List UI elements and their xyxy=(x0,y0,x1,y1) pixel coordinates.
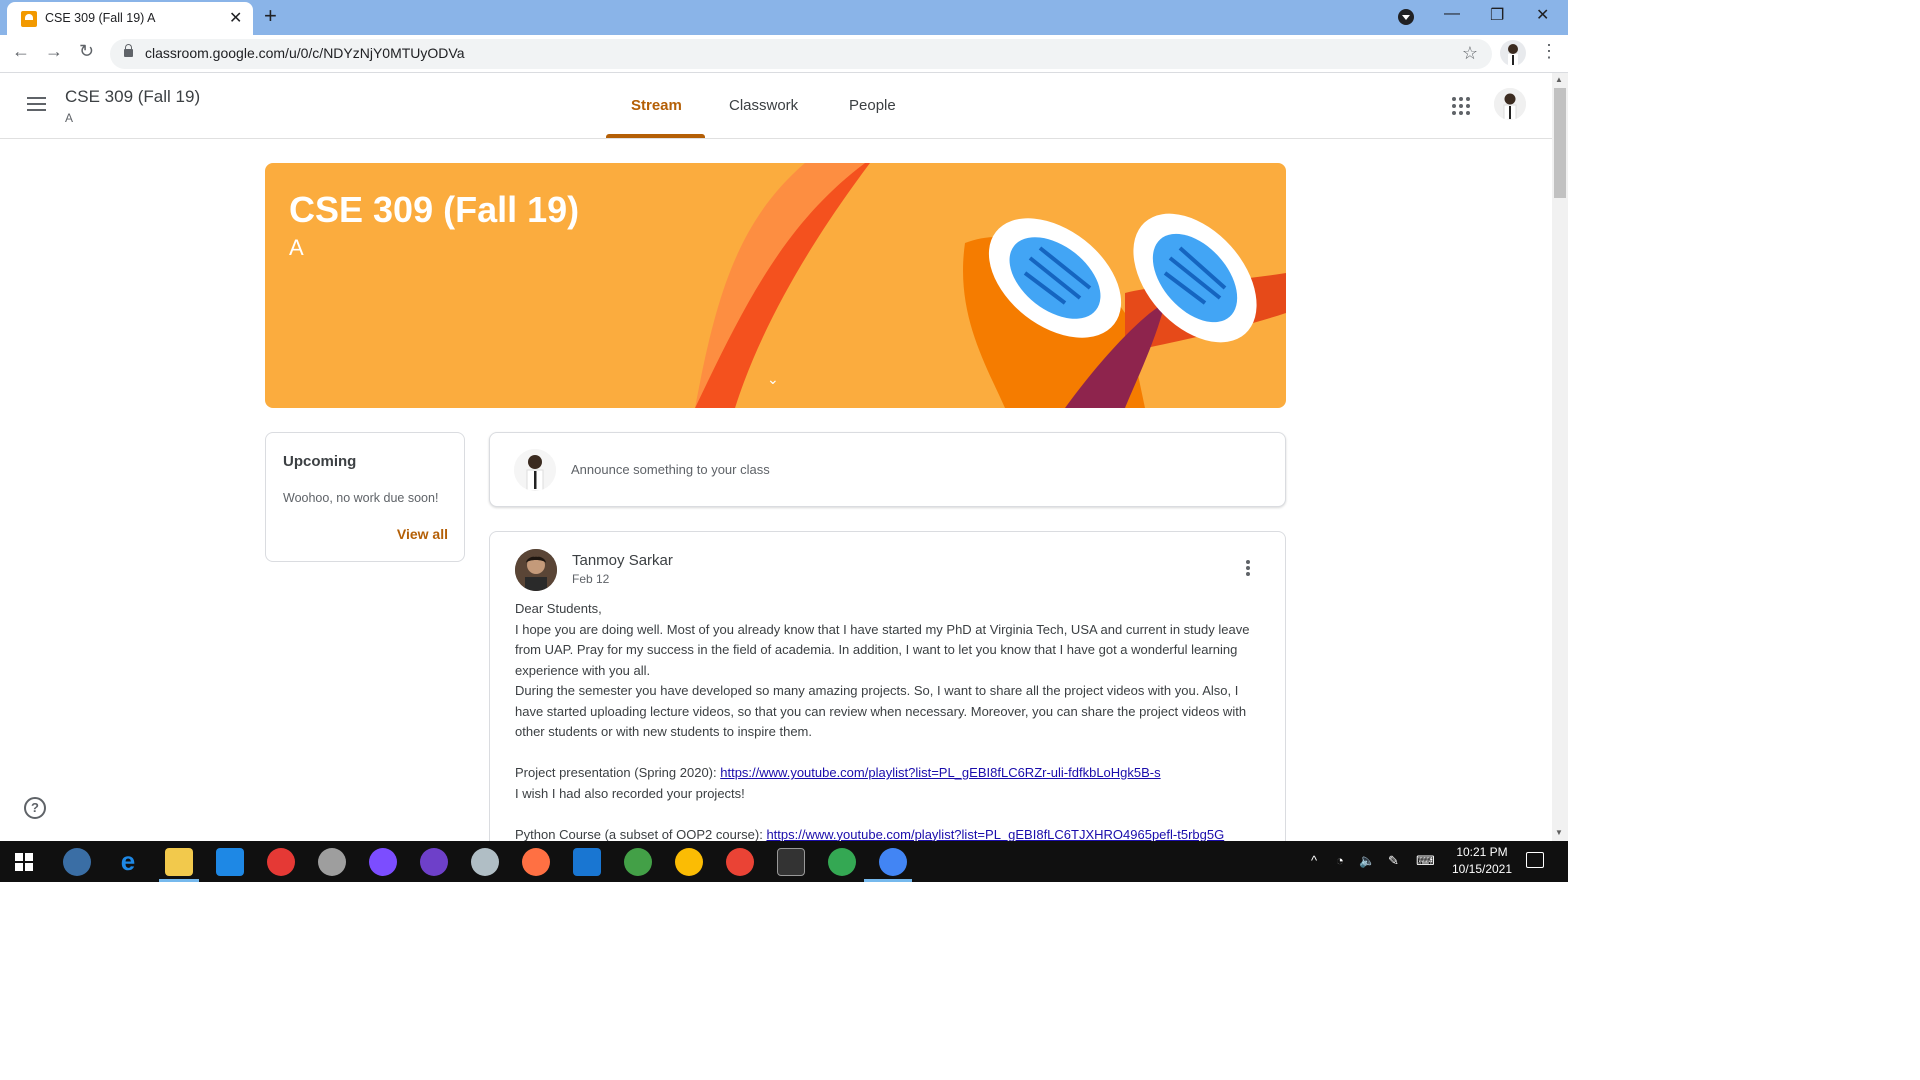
chrome-active-icon[interactable] xyxy=(879,848,907,876)
bookmark-star-icon[interactable]: ☆ xyxy=(1462,43,1478,64)
post-body: Dear Students, I hope you are doing well… xyxy=(515,599,1265,845)
paint-icon[interactable] xyxy=(471,848,499,876)
address-bar[interactable]: classroom.google.com/u/0/c/NDYzNjY0MTUyO… xyxy=(110,39,1492,69)
mail-icon[interactable] xyxy=(216,848,244,876)
active-app-indicator xyxy=(159,879,199,882)
minimize-icon[interactable]: — xyxy=(1444,5,1460,23)
scroll-down-icon[interactable]: ▼ xyxy=(1555,828,1563,837)
banner-section: A xyxy=(289,235,304,260)
project-playlist-link[interactable]: https://www.youtube.com/playlist?list=PL… xyxy=(720,765,1160,780)
tab-people[interactable]: People xyxy=(849,97,896,114)
chrome-profile-icon[interactable] xyxy=(726,848,754,876)
upcoming-card: Upcoming Woohoo, no work due soon! View … xyxy=(265,432,465,562)
volume-icon[interactable]: 🔈 xyxy=(1359,853,1375,869)
chrome-profile-avatar[interactable] xyxy=(1500,40,1526,66)
announce-placeholder[interactable]: Announce something to your class xyxy=(571,462,770,477)
post-paragraph-1: I hope you are doing well. Most of you a… xyxy=(515,621,1250,678)
banner-course-title: CSE 309 (Fall 19) xyxy=(289,189,580,230)
edge-icon[interactable]: e xyxy=(114,848,142,876)
post-author[interactable]: Tanmoy Sarkar xyxy=(572,552,673,569)
project-line: Project presentation (Spring 2020): http… xyxy=(515,763,1265,784)
classroom-header: CSE 309 (Fall 19) A Stream Classwork Peo… xyxy=(0,73,1552,139)
windows-taskbar: e ^ ◔ 🔈 ✎ ⌨ 10:21 PM 10/15/2021 xyxy=(0,841,1568,882)
post-wish: I wish I had also recorded your projects… xyxy=(515,785,745,801)
active-tab-indicator xyxy=(606,134,705,138)
github-desktop-icon[interactable] xyxy=(420,848,448,876)
course-title[interactable]: CSE 309 (Fall 19) xyxy=(65,87,200,107)
chrome-menu-icon[interactable]: ⋮ xyxy=(1540,41,1558,62)
main-menu-icon[interactable] xyxy=(27,97,46,111)
vscode-icon[interactable] xyxy=(573,848,601,876)
satellite-app-icon[interactable] xyxy=(318,848,346,876)
tab-stream[interactable]: Stream xyxy=(631,97,682,114)
browser-tab-strip: CSE 309 (Fall 19) A ✕ + — ❐ ✕ xyxy=(0,0,1568,35)
announcement-post: Tanmoy Sarkar Feb 12 Dear Students, I ho… xyxy=(489,531,1286,861)
show-hidden-icons-icon[interactable]: ^ xyxy=(1311,853,1317,868)
course-section: A xyxy=(65,111,74,125)
user-avatar xyxy=(514,449,556,491)
chevron-down-icon[interactable]: ⌄ xyxy=(767,371,779,388)
browser-tab[interactable]: CSE 309 (Fall 19) A ✕ xyxy=(7,2,253,35)
firefox-icon[interactable] xyxy=(522,848,550,876)
author-avatar xyxy=(515,549,557,591)
opera-icon[interactable] xyxy=(267,848,295,876)
back-icon[interactable]: ← xyxy=(12,41,30,62)
active-app-indicator xyxy=(864,879,912,882)
messenger-icon[interactable] xyxy=(369,848,397,876)
post-greeting: Dear Students, xyxy=(515,601,602,616)
announce-box[interactable]: Announce something to your class xyxy=(489,432,1286,507)
app-icon[interactable] xyxy=(624,848,652,876)
class-banner: CSE 309 (Fall 19) A ⌄ xyxy=(265,163,1286,408)
classroom-favicon-icon xyxy=(21,11,37,27)
post-paragraph-2: During the semester you have developed s… xyxy=(515,683,1247,739)
project-label: Project presentation (Spring 2020): xyxy=(515,765,721,780)
python-playlist-link[interactable]: https://www.youtube.com/playlist?list=PL… xyxy=(766,827,1224,842)
chrome-ek-icon[interactable] xyxy=(828,848,856,876)
pen-icon[interactable]: ✎ xyxy=(1388,853,1399,869)
windows-start-icon[interactable] xyxy=(15,853,33,871)
reload-icon[interactable]: ↻ xyxy=(79,41,94,62)
scrollbar-thumb[interactable] xyxy=(1554,88,1566,198)
help-icon[interactable]: ? xyxy=(24,797,46,819)
close-tab-icon[interactable]: ✕ xyxy=(229,8,242,28)
forward-icon[interactable]: → xyxy=(45,41,63,62)
more-options-icon[interactable] xyxy=(1238,560,1258,580)
notification-icon[interactable] xyxy=(1526,852,1544,868)
url-text: classroom.google.com/u/0/c/NDYzNjY0MTUyO… xyxy=(145,45,465,61)
lock-icon xyxy=(124,44,133,57)
python-label: Python Course (a subset of OOP2 course): xyxy=(515,826,767,842)
tab-classwork[interactable]: Classwork xyxy=(729,97,798,114)
upcoming-title: Upcoming xyxy=(283,453,357,470)
file-explorer-icon[interactable] xyxy=(165,848,193,876)
restore-icon[interactable]: ❐ xyxy=(1490,5,1504,25)
google-apps-icon[interactable] xyxy=(1452,97,1470,115)
terminal-icon[interactable] xyxy=(777,848,805,876)
chrome-icon[interactable] xyxy=(675,848,703,876)
clock-date: 10/15/2021 xyxy=(1451,862,1513,876)
network-icon[interactable]: ◔ xyxy=(1336,853,1344,868)
scroll-up-icon[interactable]: ▲ xyxy=(1555,75,1563,84)
clock-time: 10:21 PM xyxy=(1456,845,1508,859)
view-all-link[interactable]: View all xyxy=(397,526,448,542)
taskbar-clock[interactable]: 10:21 PM 10/15/2021 xyxy=(1445,844,1519,878)
browser-toolbar: ← → ↻ classroom.google.com/u/0/c/NDYzNjY… xyxy=(0,35,1568,73)
tab-title: CSE 309 (Fall 19) A xyxy=(45,11,156,25)
window-close-icon[interactable]: ✕ xyxy=(1536,5,1549,25)
upcoming-status-text: Woohoo, no work due soon! xyxy=(283,491,439,505)
post-date: Feb 12 xyxy=(572,572,610,586)
keyboard-icon[interactable]: ⌨ xyxy=(1416,853,1435,869)
account-avatar[interactable] xyxy=(1494,88,1526,120)
tab-search-icon[interactable] xyxy=(1398,9,1414,25)
new-tab-icon[interactable]: + xyxy=(264,3,277,29)
qbittorrent-icon[interactable] xyxy=(63,848,91,876)
